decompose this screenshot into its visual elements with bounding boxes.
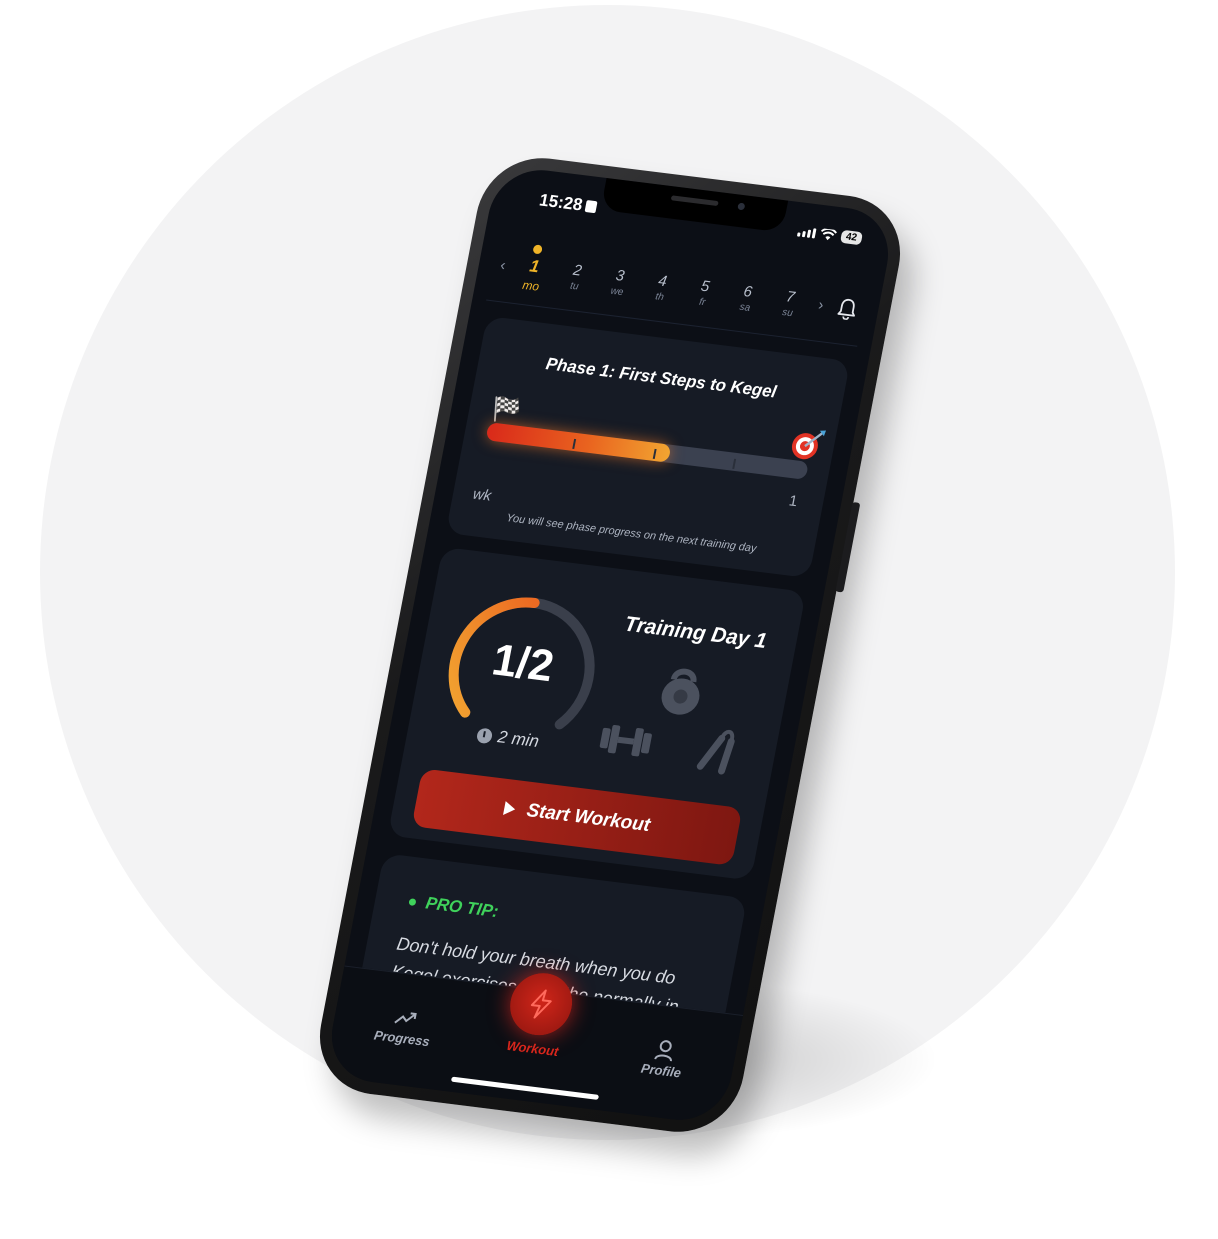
tab-workout-label: Workout — [505, 1037, 560, 1060]
kettlebell-icon — [661, 668, 700, 715]
speaker-grille — [670, 195, 719, 207]
day-item-su[interactable]: 7 su — [764, 274, 816, 327]
progress-tick — [732, 458, 737, 469]
training-day-title: Training Day 1 — [622, 612, 769, 653]
week-unit-label: wk — [471, 485, 493, 505]
pro-tip-heading: PRO TIP: — [407, 891, 500, 922]
battery-level: 42 — [839, 229, 864, 246]
phase-card: Phase 1: First Steps to Kegel 🏁 wk 1 You… — [445, 315, 851, 579]
week-end-label: 1 — [787, 492, 799, 511]
clock-icon — [475, 726, 494, 744]
cellular-signal-icon — [796, 226, 817, 239]
day-list: 1 mo 2 tu 3 we 4th 5 fr 6 sa 7 su — [508, 242, 816, 327]
dumbbell-icon — [599, 725, 652, 757]
start-workout-button[interactable]: Start Workout — [411, 768, 743, 866]
pro-tip-label: PRO TIP: — [424, 893, 501, 922]
hand-grip-icon — [696, 729, 735, 775]
status-time-text: 15:28 — [537, 190, 585, 215]
tab-workout[interactable]: Workout — [477, 969, 592, 1062]
start-workout-label: Start Workout — [524, 799, 652, 837]
tab-progress[interactable]: Progress — [346, 998, 462, 1052]
id-card-icon — [584, 200, 599, 214]
play-icon — [502, 801, 517, 817]
day-number: 1 — [528, 256, 542, 277]
checkered-flag-icon: 🏁 — [488, 395, 524, 426]
today-dot — [532, 244, 544, 255]
front-camera — [737, 202, 746, 211]
training-card: 1/2 2 min Training Day 1 Start Workout — [387, 546, 807, 881]
bell-icon[interactable] — [828, 296, 867, 327]
tab-profile[interactable]: Profile — [606, 1031, 722, 1085]
wifi-icon — [820, 227, 838, 240]
status-indicators: 42 — [796, 224, 864, 246]
status-time: 15:28 — [538, 190, 599, 217]
tip-bullet-icon — [408, 897, 417, 906]
phase-progress-fill — [485, 422, 672, 463]
phase-title: Phase 1: First Steps to Kegel — [544, 354, 779, 402]
day-label: mo — [521, 277, 541, 294]
phase-progress-bar — [485, 422, 809, 480]
target-icon — [791, 430, 827, 460]
